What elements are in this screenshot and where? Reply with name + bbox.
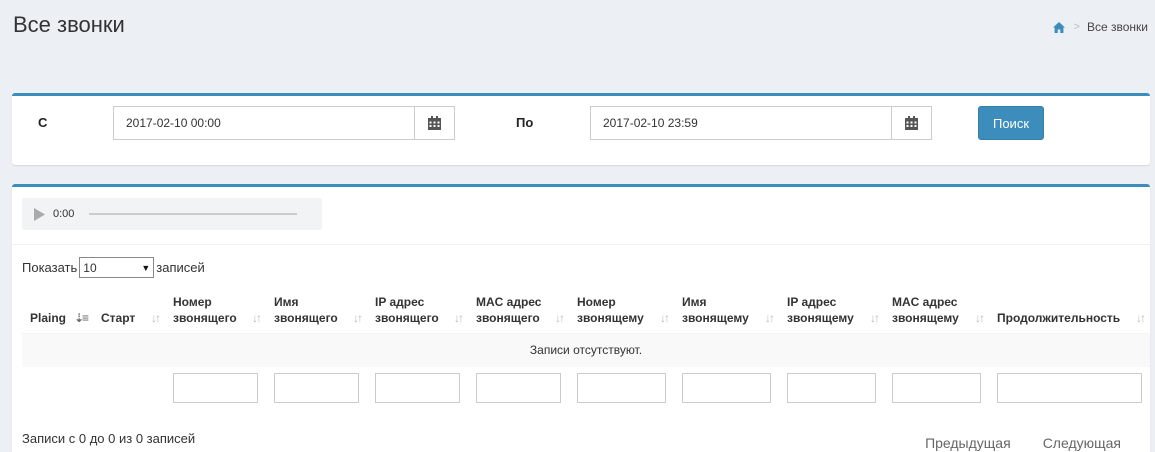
column-header-callee-number[interactable]: Номер звонящему ↓↑ bbox=[569, 285, 674, 334]
filter-callee-number-input[interactable] bbox=[577, 373, 666, 403]
divider bbox=[12, 244, 1150, 245]
from-label: С bbox=[38, 115, 48, 130]
empty-message: Записи отсутствуют. bbox=[22, 333, 1150, 367]
pagination-prev[interactable]: Предыдущая bbox=[907, 435, 1025, 451]
pagination-next[interactable]: Следующая bbox=[1025, 435, 1135, 451]
sort-icon: ↓↑ bbox=[975, 310, 985, 325]
calls-table: Plaing ⇣≡ Старт ↓↑ Номер звонящего ↓↑ Имя зво… bbox=[22, 285, 1150, 407]
length-suffix: записей bbox=[156, 260, 205, 275]
date-to-input[interactable] bbox=[590, 106, 892, 140]
play-icon[interactable] bbox=[34, 207, 45, 221]
breadcrumb: > Все звонки bbox=[1052, 20, 1148, 34]
player-progress-track[interactable] bbox=[89, 213, 298, 215]
column-header-duration[interactable]: Продолжительность ↓↑ bbox=[989, 285, 1150, 334]
date-from-calendar-button[interactable] bbox=[415, 106, 455, 140]
page-length-select[interactable]: 10 ▼ bbox=[79, 257, 155, 278]
player-time: 0:00 bbox=[53, 208, 75, 220]
table-filter-row bbox=[22, 367, 1150, 407]
calendar-icon bbox=[905, 116, 918, 130]
length-prefix: Показать bbox=[22, 260, 78, 275]
sort-icon: ↓↑ bbox=[454, 310, 464, 325]
page-length-control: Показать 10 ▼ записей bbox=[22, 257, 205, 278]
column-header-callee-name[interactable]: Имя звонящему ↓↑ bbox=[674, 285, 779, 334]
home-icon[interactable] bbox=[1052, 21, 1065, 33]
column-header-caller-name[interactable]: Имя звонящего ↓↑ bbox=[266, 285, 367, 334]
sort-icon: ↓↑ bbox=[151, 310, 161, 325]
dropdown-arrow-icon: ▼ bbox=[141, 262, 151, 273]
column-header-plaing[interactable]: Plaing ⇣≡ bbox=[22, 285, 93, 334]
filter-duration-input[interactable] bbox=[997, 373, 1142, 403]
column-header-caller-number[interactable]: Номер звонящего ↓↑ bbox=[165, 285, 266, 334]
date-from-input[interactable] bbox=[113, 106, 415, 140]
breadcrumb-current: Все звонки bbox=[1086, 20, 1148, 34]
filter-callee-name-input[interactable] bbox=[682, 373, 771, 403]
column-header-caller-ip[interactable]: IP адрес звонящего ↓↑ bbox=[367, 285, 468, 334]
sort-icon: ↓↑ bbox=[353, 310, 363, 325]
sort-icon: ↓↑ bbox=[660, 310, 670, 325]
calendar-icon bbox=[428, 116, 441, 130]
filter-caller-ip-input[interactable] bbox=[375, 373, 460, 403]
filter-callee-mac-input[interactable] bbox=[892, 373, 981, 403]
page-length-value: 10 bbox=[83, 260, 97, 275]
pagination: Предыдущая Следующая bbox=[907, 435, 1135, 451]
table-header-row: Plaing ⇣≡ Старт ↓↑ Номер звонящего ↓↑ Имя зво… bbox=[22, 285, 1150, 334]
filter-callee-ip-input[interactable] bbox=[787, 373, 876, 403]
filter-caller-name-input[interactable] bbox=[274, 373, 359, 403]
filter-caller-number-input[interactable] bbox=[173, 373, 258, 403]
date-to-calendar-button[interactable] bbox=[892, 106, 932, 140]
sort-icon: ↓↑ bbox=[1136, 310, 1146, 325]
column-header-callee-mac[interactable]: MAC адрес звонящему ↓↑ bbox=[884, 285, 989, 334]
filter-panel: С По Поиск bbox=[12, 93, 1150, 165]
table-empty-row: Записи отсутствуют. bbox=[22, 333, 1150, 367]
sort-asc-icon: ⇣≡ bbox=[73, 310, 89, 325]
sort-icon: ↓↑ bbox=[765, 310, 775, 325]
filter-caller-mac-input[interactable] bbox=[476, 373, 561, 403]
breadcrumb-separator: > bbox=[1073, 21, 1080, 33]
audio-player: 0:00 bbox=[22, 198, 322, 230]
column-header-callee-ip[interactable]: IP адрес звонящему ↓↑ bbox=[779, 285, 884, 334]
column-header-start[interactable]: Старт ↓↑ bbox=[93, 285, 165, 334]
sort-icon: ↓↑ bbox=[555, 310, 565, 325]
sort-icon: ↓↑ bbox=[252, 310, 262, 325]
to-label: По bbox=[516, 115, 534, 130]
search-button[interactable]: Поиск bbox=[978, 106, 1044, 140]
column-header-caller-mac[interactable]: MAC адрес звонящего ↓↑ bbox=[468, 285, 569, 334]
page-title: Все звонки bbox=[13, 12, 125, 37]
table-info: Записи с 0 до 0 из 0 записей bbox=[22, 431, 196, 446]
calls-panel: 0:00 Показать 10 ▼ записей Plaing ⇣≡ Стар… bbox=[12, 184, 1150, 452]
sort-icon: ↓↑ bbox=[870, 310, 880, 325]
